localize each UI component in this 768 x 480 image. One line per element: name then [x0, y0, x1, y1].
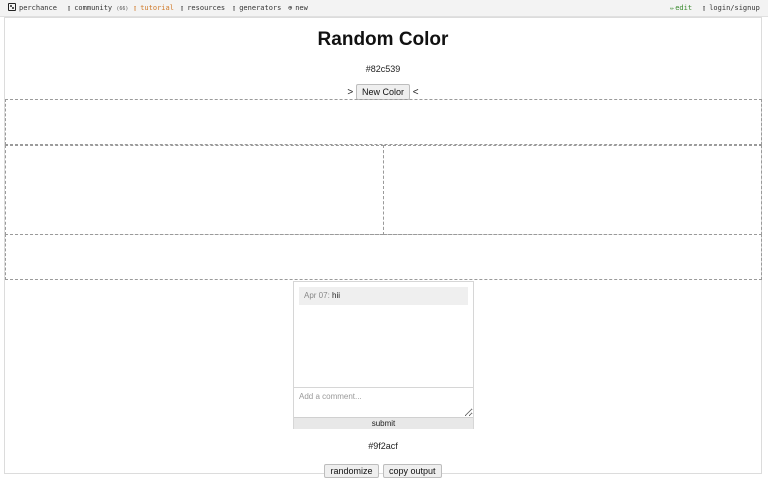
new-color-button[interactable]: New Color [355, 84, 410, 100]
comments-widget: Apr 07: hii submit [293, 281, 474, 429]
arrow-right: < [412, 87, 419, 98]
nav-perchance[interactable]: perchance [8, 3, 57, 13]
color-swatch-right [383, 145, 762, 235]
comment-message: Apr 07: hii [299, 287, 468, 305]
dice-icon [8, 3, 16, 11]
output-controls: randomize copy output [0, 461, 766, 479]
color-swatch-bottom [5, 234, 762, 280]
community-count-badge: (66) [116, 6, 129, 12]
nav-generators-label: generators [239, 4, 282, 12]
nav-resources[interactable]: ▯ resources [180, 3, 225, 13]
nav-edit-label: edit [675, 4, 693, 12]
community-icon: ▯ [67, 4, 72, 12]
nav-resources-label: resources [187, 4, 226, 12]
nav-edit[interactable]: ✏edit [670, 3, 692, 13]
pencil-icon: ✏ [670, 4, 675, 12]
user-icon: ▯ [702, 4, 707, 12]
comment-date: Apr 07: [304, 291, 330, 300]
resources-icon: ▯ [180, 4, 185, 12]
nav-generators[interactable]: ▯ generators [232, 3, 281, 13]
randomize-button[interactable]: randomize [324, 464, 379, 478]
page-title: Random Color [317, 29, 449, 50]
nav-community[interactable]: ▯ community (66) [67, 3, 128, 14]
comment-input[interactable] [294, 387, 473, 417]
color-swatch-top [5, 99, 762, 145]
nav-tutorial-label: tutorial [140, 4, 174, 12]
generators-icon: ▯ [232, 4, 237, 12]
nav-login[interactable]: ▯ login/signup [702, 3, 760, 13]
comment-text: hii [332, 291, 341, 300]
new-color-row: > New Color < [0, 84, 766, 100]
plus-circle-icon: ⊕ [288, 4, 293, 12]
output-color-value: #9f2acf [368, 441, 398, 451]
nav-new-label: new [295, 4, 308, 12]
nav-community-label: community [74, 4, 113, 12]
top-nav: perchance ▯ community (66) ▯ tutorial ▯ res… [0, 0, 768, 17]
copy-output-button[interactable]: copy output [382, 464, 442, 478]
color-swatch-left [5, 145, 384, 235]
tutorial-icon: ▯ [133, 4, 138, 12]
arrow-left: > [347, 87, 354, 98]
nav-tutorial[interactable]: ▯ tutorial [133, 3, 174, 13]
nav-login-label: login/signup [709, 4, 760, 12]
nav-perchance-label: perchance [19, 4, 57, 12]
submit-button[interactable]: submit [294, 417, 473, 429]
nav-new[interactable]: ⊕ new [288, 3, 308, 13]
color-value: #82c539 [365, 64, 401, 74]
